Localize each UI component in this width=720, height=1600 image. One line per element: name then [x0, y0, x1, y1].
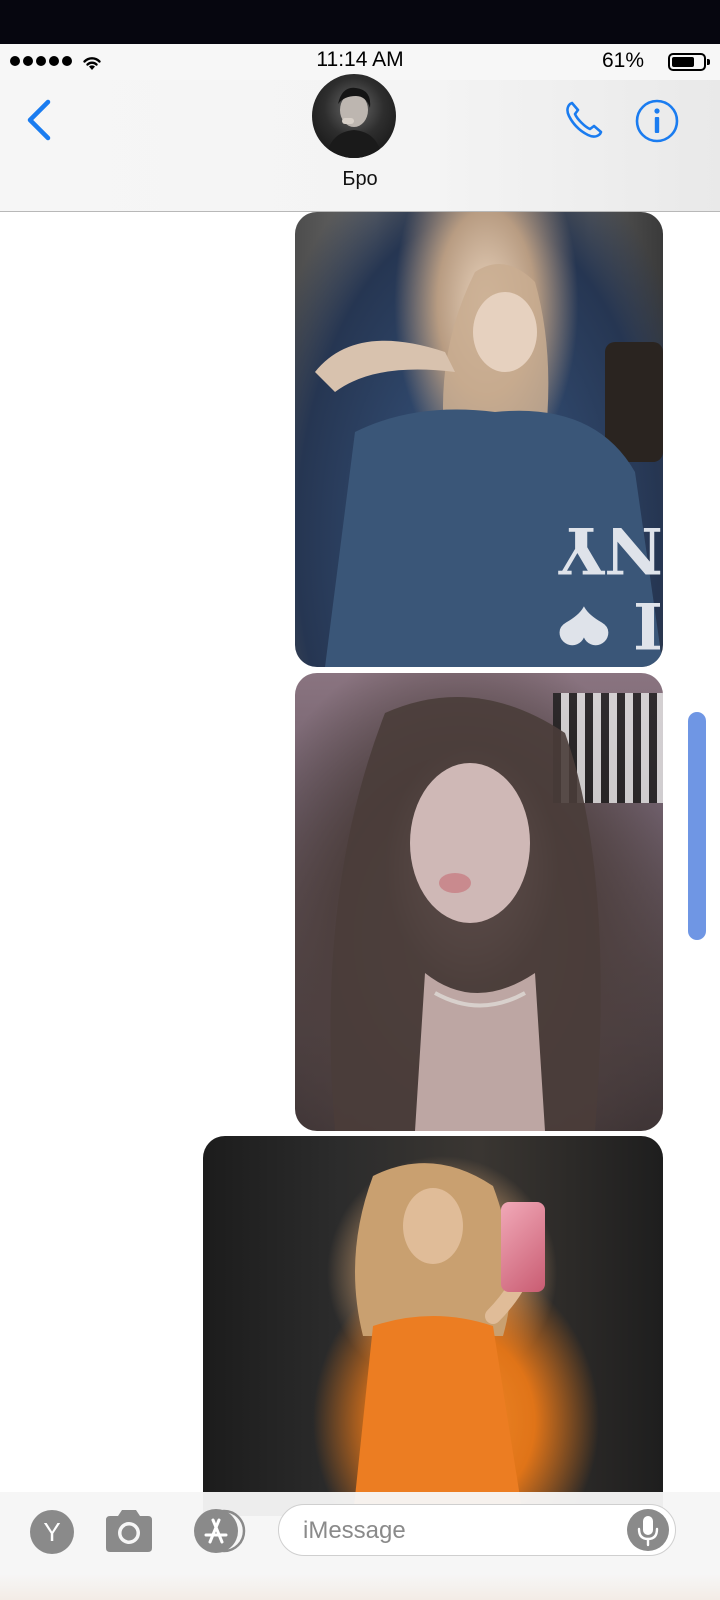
imessage-field[interactable] [278, 1504, 676, 1556]
message-image-1[interactable]: I ❤ NY [295, 212, 663, 667]
appstore-icon [194, 1509, 246, 1553]
battery-percentage: 61% [601, 49, 644, 72]
phone-in-photo [501, 1202, 545, 1292]
bottom-edge [0, 1574, 720, 1600]
photo-content [330, 697, 601, 1131]
imessage-input[interactable] [301, 1511, 625, 1551]
back-button[interactable] [20, 96, 60, 144]
chevron-left-icon [27, 99, 51, 141]
info-button[interactable] [634, 98, 680, 144]
conversation-header: Бро [0, 74, 720, 212]
info-icon [635, 99, 679, 143]
contact-name[interactable]: Бро [0, 168, 720, 191]
scroll-indicator[interactable] [688, 712, 706, 940]
message-image-3[interactable] [203, 1136, 663, 1516]
microphone-icon [637, 1516, 659, 1547]
messages-screen: 11:14 AM 61% Бро I ❤ NY Y iMessage [0, 0, 720, 1600]
camera-button[interactable] [102, 1508, 156, 1554]
avatar-photo [326, 87, 382, 158]
shirt-text: I ❤ NY [557, 512, 663, 662]
microphone-button[interactable] [627, 1509, 669, 1551]
phone-icon [566, 101, 603, 138]
app-y-button[interactable]: Y [30, 1510, 74, 1554]
camera-icon [106, 1510, 152, 1552]
contact-avatar[interactable] [312, 74, 396, 158]
appstore-button[interactable] [188, 1506, 248, 1556]
message-image-2[interactable] [295, 673, 663, 1131]
photo-content [353, 1163, 541, 1516]
top-bezel [0, 0, 720, 44]
call-button[interactable] [560, 96, 608, 144]
battery-icon [668, 53, 710, 71]
